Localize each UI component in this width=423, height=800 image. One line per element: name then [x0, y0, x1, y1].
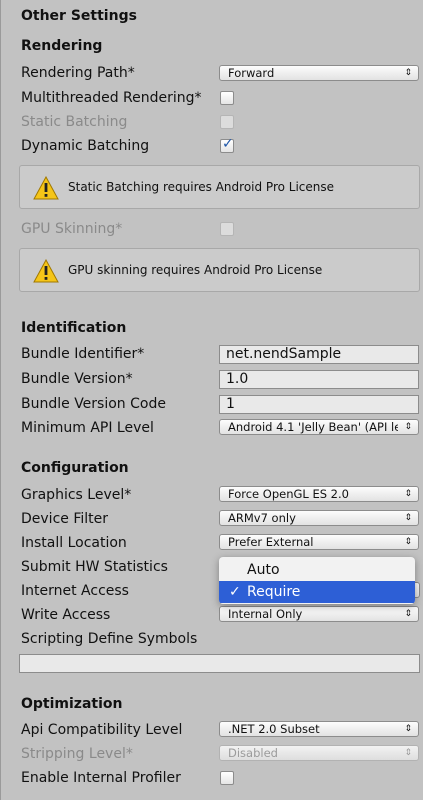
device-filter-dropdown[interactable]: ARMv7 only ⇕ — [219, 510, 419, 526]
section-optimization-heading: Optimization — [21, 696, 123, 712]
bundle-version-code-label: Bundle Version Code — [21, 396, 166, 412]
enable-internal-profiler-checkbox[interactable] — [220, 771, 234, 785]
rendering-path-dropdown[interactable]: Forward ⇕ — [219, 65, 419, 81]
api-compatibility-level-value: .NET 2.0 Subset — [228, 722, 320, 736]
static-batching-warning-box: Static Batching requires Android Pro Lic… — [19, 165, 420, 209]
checkmark-icon: ✓ — [229, 584, 241, 600]
write-access-value: Internal Only — [228, 607, 303, 621]
api-compatibility-level-dropdown[interactable]: .NET 2.0 Subset ⇕ — [219, 721, 419, 737]
internet-access-label: Internet Access — [21, 583, 129, 599]
gpu-skinning-label: GPU Skinning* — [21, 221, 123, 237]
rendering-path-label: Rendering Path* — [21, 65, 135, 81]
install-location-value: Prefer External — [228, 535, 314, 549]
dropdown-arrow-icon: ⇕ — [404, 422, 412, 432]
submit-hw-statistics-label: Submit HW Statistics — [21, 559, 168, 575]
graphics-level-label: Graphics Level* — [21, 487, 132, 503]
dropdown-arrow-icon: ⇕ — [404, 537, 412, 547]
static-batching-label: Static Batching — [21, 114, 128, 130]
minimum-api-level-label: Minimum API Level — [21, 420, 154, 436]
scripting-define-symbols-input[interactable] — [19, 654, 420, 673]
rendering-path-value: Forward — [228, 66, 275, 80]
minimum-api-level-value: Android 4.1 'Jelly Bean' (API le — [228, 420, 398, 434]
multithreaded-rendering-label: Multithreaded Rendering* — [21, 90, 202, 106]
dropdown-arrow-icon: ⇕ — [404, 724, 412, 734]
graphics-level-value: Force OpenGL ES 2.0 — [228, 487, 349, 501]
section-configuration-heading: Configuration — [21, 460, 129, 476]
internet-access-popup-menu: Auto ✓ Require — [219, 557, 415, 604]
dropdown-arrow-icon: ⇕ — [404, 748, 412, 758]
bundle-version-label: Bundle Version* — [21, 371, 133, 387]
bundle-version-code-input[interactable]: 1 — [219, 395, 419, 414]
write-access-dropdown[interactable]: Internal Only ⇕ — [219, 606, 419, 622]
graphics-level-dropdown[interactable]: Force OpenGL ES 2.0 ⇕ — [219, 486, 419, 502]
dynamic-batching-label: Dynamic Batching — [21, 138, 150, 154]
static-batching-warning-text: Static Batching requires Android Pro Lic… — [68, 180, 335, 194]
other-settings-panel: Other Settings Rendering Rendering Path*… — [0, 0, 423, 800]
section-identification-heading: Identification — [21, 320, 127, 336]
minimum-api-level-dropdown[interactable]: Android 4.1 'Jelly Bean' (API le ⇕ — [219, 419, 419, 435]
bundle-identifier-input[interactable]: net.nendSample — [219, 345, 419, 364]
enable-internal-profiler-label: Enable Internal Profiler — [21, 770, 181, 786]
dynamic-batching-checkbox[interactable]: ✓ — [220, 136, 234, 153]
scripting-define-symbols-label: Scripting Define Symbols — [21, 631, 198, 647]
device-filter-label: Device Filter — [21, 511, 109, 527]
checkmark-icon: ✓ — [222, 136, 234, 152]
static-batching-checkbox — [220, 115, 234, 129]
warning-icon — [33, 259, 59, 283]
gpu-skinning-checkbox — [220, 222, 234, 236]
dropdown-arrow-icon: ⇕ — [404, 489, 412, 499]
install-location-dropdown[interactable]: Prefer External ⇕ — [219, 534, 419, 550]
warning-icon — [33, 176, 59, 200]
menu-item-label: Auto — [247, 562, 280, 578]
dropdown-arrow-icon: ⇕ — [404, 68, 412, 78]
install-location-label: Install Location — [21, 535, 127, 551]
write-access-label: Write Access — [21, 607, 111, 623]
menu-item-auto[interactable]: Auto — [219, 559, 415, 581]
gpu-skinning-warning-box: GPU skinning requires Android Pro Licens… — [19, 248, 420, 292]
menu-item-label: Require — [247, 584, 301, 600]
menu-item-require[interactable]: ✓ Require — [219, 581, 415, 603]
multithreaded-rendering-checkbox[interactable] — [220, 91, 234, 105]
api-compatibility-level-label: Api Compatibility Level — [21, 722, 183, 738]
dropdown-arrow-icon: ⇕ — [404, 609, 412, 619]
panel-title: Other Settings — [21, 8, 137, 24]
bundle-identifier-label: Bundle Identifier* — [21, 346, 145, 362]
gpu-skinning-warning-text: GPU skinning requires Android Pro Licens… — [68, 263, 323, 277]
device-filter-value: ARMv7 only — [228, 511, 296, 525]
stripping-level-value: Disabled — [228, 746, 278, 760]
stripping-level-dropdown: Disabled ⇕ — [219, 745, 419, 761]
stripping-level-label: Stripping Level* — [21, 746, 133, 762]
section-rendering-heading: Rendering — [21, 38, 103, 54]
dropdown-arrow-icon: ⇕ — [404, 513, 412, 523]
bundle-version-input[interactable]: 1.0 — [219, 370, 419, 389]
